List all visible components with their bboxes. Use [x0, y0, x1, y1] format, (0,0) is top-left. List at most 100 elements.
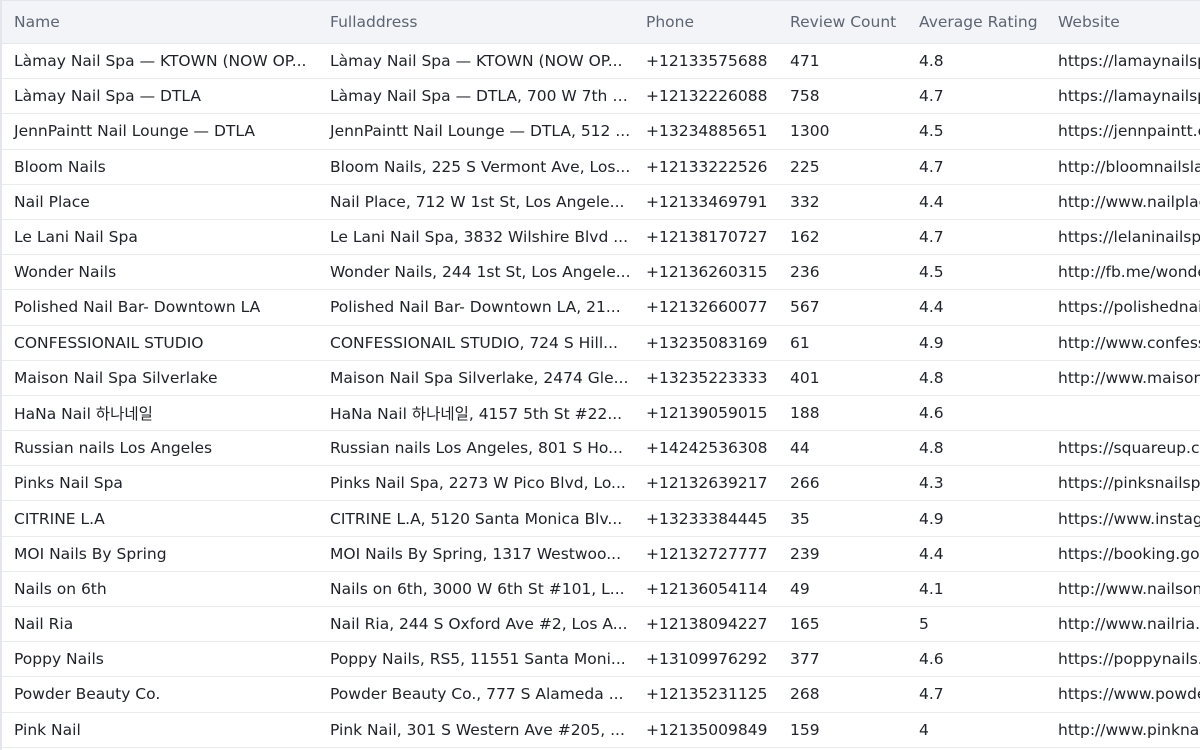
cell-website[interactable]: https://lelaninailspa — [1044, 219, 1200, 256]
cell-review-count[interactable]: 377 — [776, 641, 905, 678]
cell-average-rating[interactable]: 4.6 — [905, 395, 1044, 432]
table-row[interactable]: JennPaintt Nail Lounge — DTLA JennPaintt … — [0, 113, 1200, 150]
table-row[interactable]: Polished Nail Bar- Downtown LA Polished N… — [0, 289, 1200, 326]
table-row[interactable]: Làmay Nail Spa — KTOWN (NOW OP... Làmay N… — [0, 43, 1200, 80]
cell-website[interactable]: https://booking.goo — [1044, 536, 1200, 572]
cell-review-count[interactable]: 159 — [776, 712, 905, 748]
cell-average-rating[interactable]: 4.7 — [905, 219, 1044, 256]
cell-review-count[interactable]: 758 — [776, 78, 905, 115]
cell-name[interactable]: Russian nails Los Angeles — [0, 430, 316, 467]
cell-fulladdress[interactable]: MOI Nails By Spring, 1317 Westwoo... — [316, 536, 632, 572]
cell-website[interactable]: https://lamaynailspa — [1044, 78, 1200, 115]
cell-name[interactable]: CITRINE L.A — [0, 500, 316, 537]
column-header-average-rating[interactable]: Average Rating — [905, 0, 1044, 44]
cell-fulladdress[interactable]: JennPaintt Nail Lounge — DTLA, 512 ... — [316, 113, 632, 150]
cell-fulladdress[interactable]: Nail Place, 712 W 1st St, Los Angele... — [316, 184, 632, 220]
cell-phone[interactable]: +12133575688 — [632, 43, 776, 80]
table-row[interactable]: Wonder Nails Wonder Nails, 244 1st St, Lo… — [0, 254, 1200, 291]
cell-average-rating[interactable]: 4.8 — [905, 360, 1044, 396]
cell-name[interactable]: Wonder Nails — [0, 254, 316, 291]
cell-review-count[interactable]: 567 — [776, 289, 905, 326]
cell-website[interactable]: https://pinksnailspa — [1044, 465, 1200, 502]
cell-name[interactable]: Polished Nail Bar- Downtown LA — [0, 289, 316, 326]
cell-average-rating[interactable]: 4.9 — [905, 325, 1044, 361]
cell-average-rating[interactable]: 4.8 — [905, 430, 1044, 467]
cell-review-count[interactable]: 188 — [776, 395, 905, 432]
cell-average-rating[interactable]: 4.4 — [905, 536, 1044, 572]
cell-phone[interactable]: +14242536308 — [632, 430, 776, 467]
cell-fulladdress[interactable]: Wonder Nails, 244 1st St, Los Angele... — [316, 254, 632, 291]
table-row[interactable]: Russian nails Los Angeles Russian nails L… — [0, 430, 1200, 467]
cell-fulladdress[interactable]: Pinks Nail Spa, 2273 W Pico Blvd, Lo... — [316, 465, 632, 502]
column-header-website[interactable]: Website — [1044, 0, 1200, 44]
cell-fulladdress[interactable]: Polished Nail Bar- Downtown LA, 21... — [316, 289, 632, 326]
table-row[interactable]: CITRINE L.A CITRINE L.A, 5120 Santa Monic… — [0, 500, 1200, 537]
cell-name[interactable]: Pinks Nail Spa — [0, 465, 316, 502]
cell-phone[interactable]: +12138094227 — [632, 606, 776, 643]
cell-review-count[interactable]: 266 — [776, 465, 905, 502]
cell-website[interactable]: https://jennpaintt.co — [1044, 113, 1200, 150]
cell-website[interactable]: https://poppynails.c — [1044, 641, 1200, 678]
cell-fulladdress[interactable]: Russian nails Los Angeles, 801 S Ho... — [316, 430, 632, 467]
cell-name[interactable]: Làmay Nail Spa — KTOWN (NOW OP... — [0, 43, 316, 80]
cell-website[interactable] — [1044, 395, 1200, 432]
column-header-review-count[interactable]: Review Count — [776, 0, 905, 44]
cell-fulladdress[interactable]: Pink Nail, 301 S Western Ave #205, ... — [316, 712, 632, 748]
cell-average-rating[interactable]: 4.9 — [905, 500, 1044, 537]
table-row[interactable]: CONFESSIONAIL STUDIO CONFESSIONAIL STUDIO… — [0, 325, 1200, 361]
cell-fulladdress[interactable]: Le Lani Nail Spa, 3832 Wilshire Blvd ... — [316, 219, 632, 256]
table-row[interactable]: Maison Nail Spa Silverlake Maison Nail Sp… — [0, 360, 1200, 396]
cell-name[interactable]: Làmay Nail Spa — DTLA — [0, 78, 316, 115]
cell-website[interactable]: https://www.instagr — [1044, 500, 1200, 537]
cell-review-count[interactable]: 236 — [776, 254, 905, 291]
cell-review-count[interactable]: 401 — [776, 360, 905, 396]
cell-name[interactable]: Maison Nail Spa Silverlake — [0, 360, 316, 396]
cell-average-rating[interactable]: 4.3 — [905, 465, 1044, 502]
cell-website[interactable]: http://www.confessi — [1044, 325, 1200, 361]
cell-average-rating[interactable]: 4.8 — [905, 43, 1044, 80]
cell-phone[interactable]: +12136054114 — [632, 571, 776, 608]
cell-phone[interactable]: +13235083169 — [632, 325, 776, 361]
table-row[interactable]: Nail Ria Nail Ria, 244 S Oxford Ave #2, L… — [0, 606, 1200, 643]
cell-phone[interactable]: +13233384445 — [632, 500, 776, 537]
table-row[interactable]: Nail Place Nail Place, 712 W 1st St, Los … — [0, 184, 1200, 220]
cell-name[interactable]: JennPaintt Nail Lounge — DTLA — [0, 113, 316, 150]
table-row[interactable]: Powder Beauty Co. Powder Beauty Co., 777 … — [0, 676, 1200, 713]
cell-phone[interactable]: +13109976292 — [632, 641, 776, 678]
cell-review-count[interactable]: 61 — [776, 325, 905, 361]
cell-phone[interactable]: +12136260315 — [632, 254, 776, 291]
column-header-fulladdress[interactable]: Fulladdress — [316, 0, 632, 44]
cell-phone[interactable]: +12133222526 — [632, 149, 776, 185]
table-row[interactable]: MOI Nails By Spring MOI Nails By Spring, … — [0, 536, 1200, 572]
cell-phone[interactable]: +13234885651 — [632, 113, 776, 150]
cell-review-count[interactable]: 332 — [776, 184, 905, 220]
cell-review-count[interactable]: 35 — [776, 500, 905, 537]
cell-average-rating[interactable]: 5 — [905, 606, 1044, 643]
cell-name[interactable]: Bloom Nails — [0, 149, 316, 185]
cell-phone[interactable]: +12133469791 — [632, 184, 776, 220]
cell-name[interactable]: Poppy Nails — [0, 641, 316, 678]
cell-average-rating[interactable]: 4.1 — [905, 571, 1044, 608]
table-row[interactable]: Pinks Nail Spa Pinks Nail Spa, 2273 W Pic… — [0, 465, 1200, 502]
table-row[interactable]: HaNa Nail 하나네일 HaNa Nail 하나네일, 4157 5th S… — [0, 395, 1200, 432]
cell-phone[interactable]: +12135231125 — [632, 676, 776, 713]
cell-name[interactable]: HaNa Nail 하나네일 — [0, 395, 316, 432]
cell-fulladdress[interactable]: Nail Ria, 244 S Oxford Ave #2, Los A... — [316, 606, 632, 643]
cell-name[interactable]: Le Lani Nail Spa — [0, 219, 316, 256]
cell-name[interactable]: Nail Place — [0, 184, 316, 220]
cell-review-count[interactable]: 49 — [776, 571, 905, 608]
cell-average-rating[interactable]: 4.7 — [905, 676, 1044, 713]
cell-website[interactable]: http://www.maisonn — [1044, 360, 1200, 396]
table-row[interactable]: Làmay Nail Spa — DTLA Làmay Nail Spa — DT… — [0, 78, 1200, 115]
cell-phone[interactable]: +12132639217 — [632, 465, 776, 502]
cell-phone[interactable]: +12132226088 — [632, 78, 776, 115]
cell-website[interactable]: http://fb.me/wonder — [1044, 254, 1200, 291]
column-header-name[interactable]: Name — [0, 0, 316, 44]
cell-website[interactable]: https://lamaynailspa — [1044, 43, 1200, 80]
cell-name[interactable]: CONFESSIONAIL STUDIO — [0, 325, 316, 361]
cell-phone[interactable]: +12135009849 — [632, 712, 776, 748]
cell-average-rating[interactable]: 4 — [905, 712, 1044, 748]
cell-name[interactable]: MOI Nails By Spring — [0, 536, 316, 572]
cell-fulladdress[interactable]: CONFESSIONAIL STUDIO, 724 S Hill... — [316, 325, 632, 361]
cell-phone[interactable]: +12138170727 — [632, 219, 776, 256]
